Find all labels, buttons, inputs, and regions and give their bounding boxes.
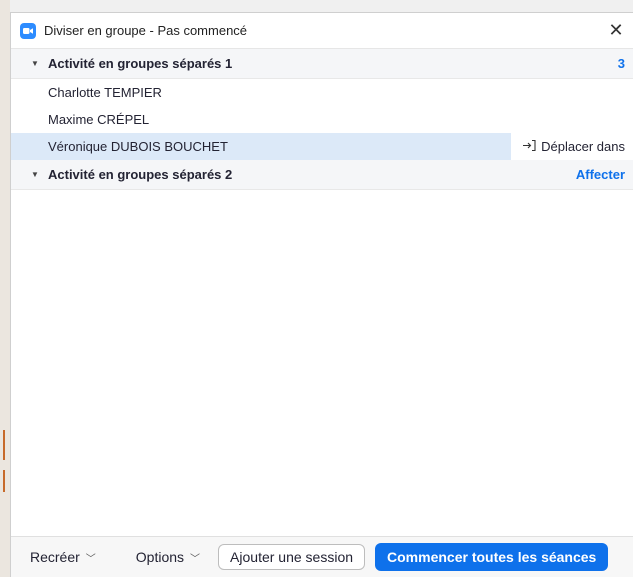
rooms-list-empty-space	[11, 201, 633, 536]
background-accent-mark	[3, 430, 5, 460]
caret-down-icon[interactable]: ▼	[31, 170, 48, 179]
background-accent-mark	[3, 470, 5, 492]
assign-link[interactable]: Affecter	[576, 167, 633, 182]
participant-row[interactable]: Charlotte TEMPIER	[11, 79, 633, 106]
footer-toolbar: Recréer ﹀ Options ﹀ Ajouter une session …	[11, 536, 633, 577]
zoom-camera-icon	[20, 22, 36, 39]
participant-count-badge: 3	[617, 56, 625, 71]
participant-name: Charlotte TEMPIER	[48, 85, 162, 100]
participant-row[interactable]: Maxime CRÉPEL	[11, 106, 633, 133]
participant-row-selected[interactable]: Véronique DUBOIS BOUCHET Déplacer dans	[11, 133, 633, 160]
start-all-sessions-label: Commencer toutes les séances	[387, 549, 597, 565]
background-window-edge	[0, 0, 10, 577]
chevron-down-icon: ﹀	[85, 553, 96, 565]
move-to-button[interactable]: Déplacer dans	[511, 133, 633, 160]
close-icon: ✕	[608, 20, 624, 40]
recreate-label: Recréer	[30, 549, 80, 565]
start-all-sessions-button[interactable]: Commencer toutes les séances	[375, 543, 609, 571]
chevron-down-icon: ﹀	[190, 553, 201, 565]
options-label: Options	[135, 549, 185, 565]
recreate-menu-button[interactable]: Recréer ﹀	[30, 549, 96, 565]
move-into-icon	[523, 139, 536, 154]
participant-name: Maxime CRÉPEL	[48, 112, 150, 127]
room-header-2[interactable]: ▼ Activité en groupes séparés 2 Affecter	[11, 160, 633, 190]
breakout-rooms-dialog: Diviser en groupe - Pas commencé ✕ ▼ Act…	[10, 12, 633, 577]
participant-name: Véronique DUBOIS BOUCHET	[48, 139, 228, 154]
add-session-button[interactable]: Ajouter une session	[218, 544, 366, 570]
title-bar: Diviser en groupe - Pas commencé ✕	[11, 13, 633, 49]
caret-down-icon[interactable]: ▼	[31, 59, 48, 68]
options-menu-button[interactable]: Options ﹀	[136, 549, 200, 565]
close-button[interactable]: ✕	[601, 16, 631, 46]
move-to-label: Déplacer dans	[541, 139, 625, 154]
window-title: Diviser en groupe - Pas commencé	[44, 23, 248, 38]
add-session-label: Ajouter une session	[230, 549, 354, 565]
room-name: Activité en groupes séparés 1	[48, 56, 233, 71]
room-name: Activité en groupes séparés 2	[48, 167, 233, 182]
room-header-1[interactable]: ▼ Activité en groupes séparés 1 3	[11, 49, 633, 79]
